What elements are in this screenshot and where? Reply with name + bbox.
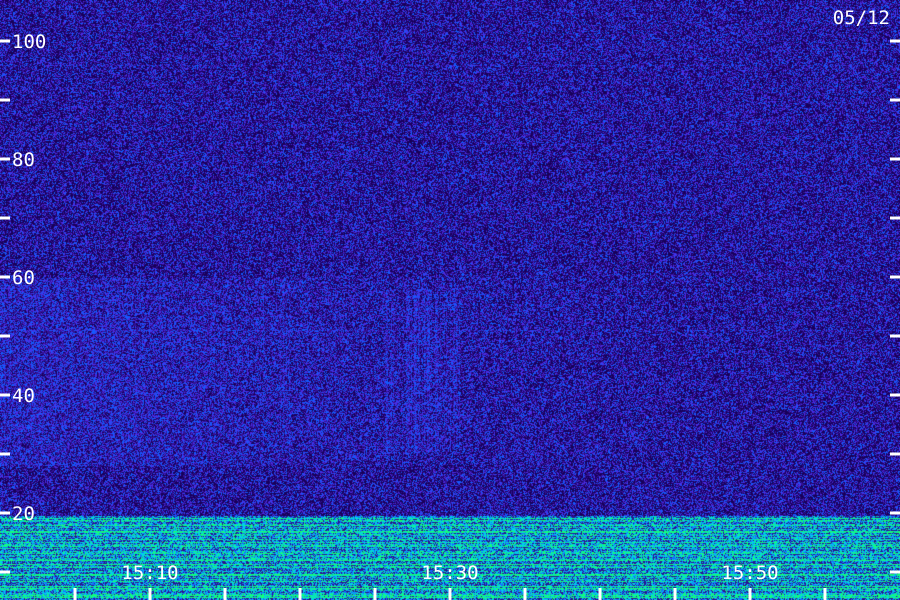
x-tick-label: 15:50 [721,562,778,584]
date-label: 05/12 [833,7,890,29]
x-tick-label: 15:30 [421,562,478,584]
spectrogram-panel: 20 40 60 80 100 15:10 15:30 15:50 05/12 [0,0,900,600]
y-tick-label: 60 [12,267,35,289]
x-axis-labels: 15:10 15:30 15:50 [121,562,778,584]
axis-overlay: 20 40 60 80 100 15:10 15:30 15:50 05/12 [0,7,900,600]
y-tick-label: 20 [12,503,35,525]
y-axis-labels: 20 40 60 80 100 [12,31,46,525]
x-tick-label: 15:10 [121,562,178,584]
y-tick-label: 40 [12,385,35,407]
y-tick-label: 100 [12,31,46,53]
y-tick-label: 80 [12,149,35,171]
y-axis-ticks-left [0,39,10,574]
x-axis-ticks [73,588,827,600]
y-axis-ticks-right [890,39,900,574]
